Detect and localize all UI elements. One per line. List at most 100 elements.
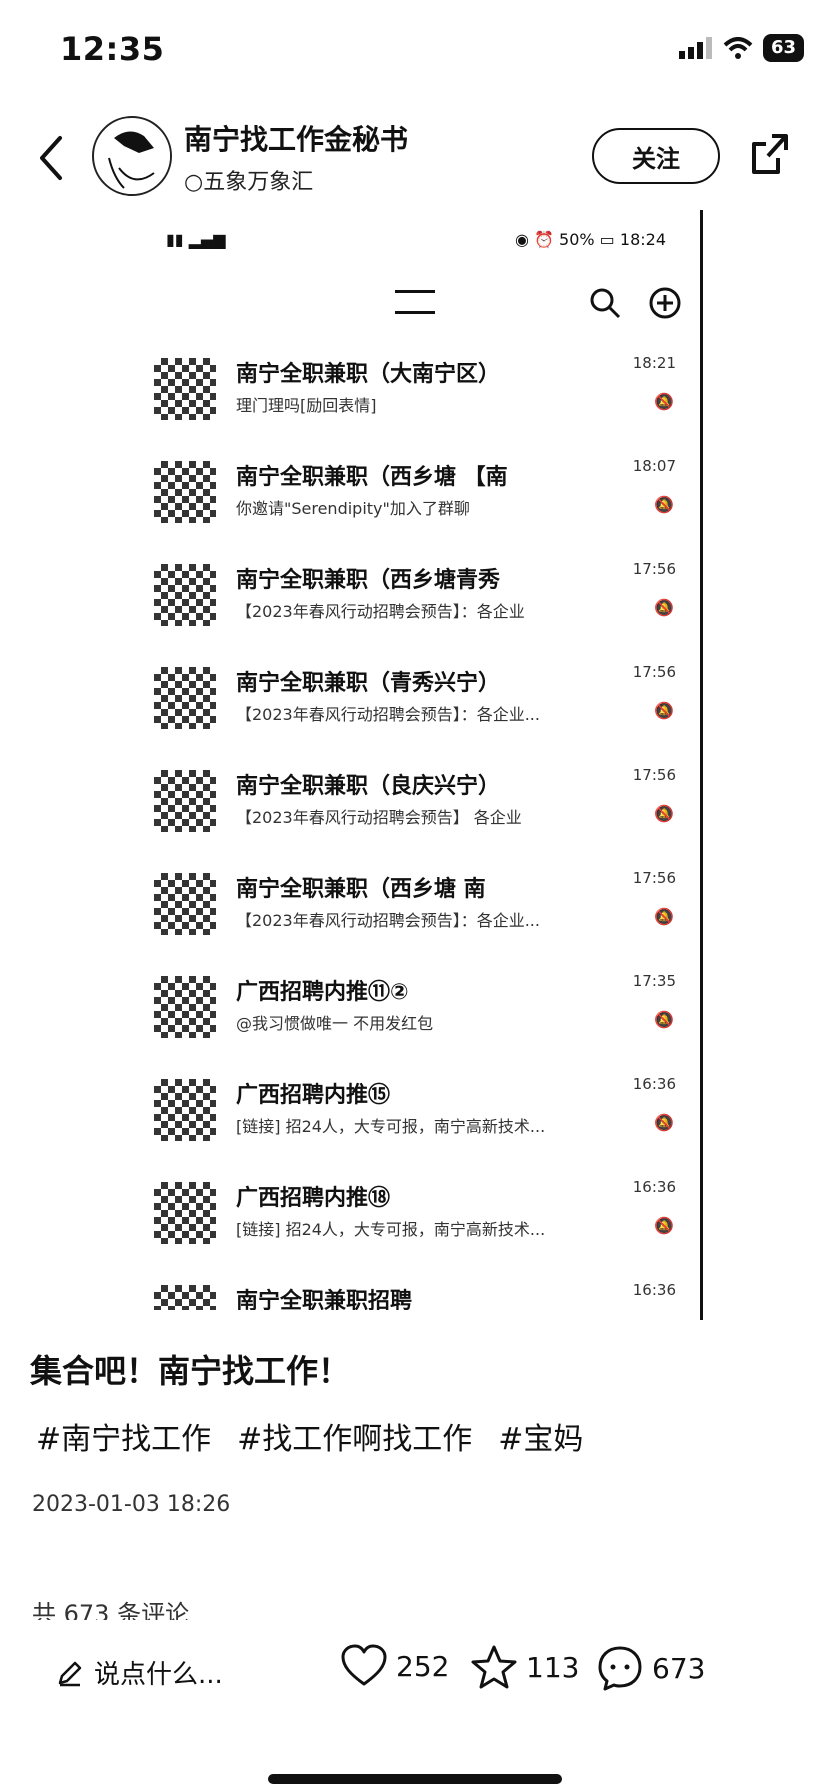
mute-bell-icon: 🔕	[654, 701, 674, 720]
comments-count: 673	[652, 1651, 706, 1685]
author-name[interactable]: 南宁找工作金秘书	[184, 118, 408, 158]
mute-bell-icon: 🔕	[654, 1113, 674, 1132]
mute-bell-icon: 🔕	[654, 1010, 674, 1029]
chat-item: 南宁全职兼职（西乡塘 南 【2023年春风行动招聘会预告】：各企业... 17:…	[130, 865, 700, 968]
chat-name: 南宁全职兼职（青秀兴宁）	[236, 671, 501, 696]
star-icon	[471, 1645, 517, 1689]
back-icon[interactable]	[30, 128, 70, 188]
group-avatar	[152, 1077, 218, 1143]
chat-item: 南宁全职兼职（良庆兴宁） 【2023年春风行动招聘会预告】 各企业 17:56 …	[130, 762, 700, 865]
author-location-text: 五象万象汇	[203, 170, 314, 195]
chat-time: 17:56	[632, 663, 676, 681]
chat-time: 17:56	[632, 560, 676, 578]
share-icon[interactable]	[748, 130, 792, 180]
post-header: 南宁找工作金秘书 ○五象万象汇 关注	[0, 110, 828, 210]
comment-input[interactable]: 说点什么...	[56, 1654, 223, 1691]
chat-time: 17:56	[632, 766, 676, 784]
chat-name: 南宁全职兼职招聘	[236, 1289, 413, 1310]
inner-battery: 50%	[559, 230, 595, 249]
chat-preview: 【2023年春风行动招聘会预告】：各企业	[236, 602, 525, 621]
chat-item: 广西招聘内推⑱ [链接] 招24人，大专可报，南宁高新技术... 16:36 🔕	[130, 1174, 700, 1277]
chat-item: 南宁全职兼职（西乡塘青秀 【2023年春风行动招聘会预告】：各企业 17:56 …	[130, 556, 700, 659]
chat-name: 南宁全职兼职（西乡塘青秀	[236, 568, 501, 593]
inner-status-time: 18:24	[619, 230, 666, 249]
chat-time: 17:35	[632, 972, 676, 990]
comment-bubble-icon	[598, 1646, 642, 1691]
group-avatar	[152, 459, 218, 525]
inner-title-mark	[395, 290, 435, 314]
author-location: ○五象万象汇	[184, 164, 313, 196]
follow-button[interactable]: 关注	[592, 128, 720, 184]
mute-bell-icon: 🔕	[654, 907, 674, 926]
author-avatar[interactable]	[92, 116, 172, 196]
inner-toolbar	[130, 280, 700, 330]
hashtag-link[interactable]: #南宁找工作	[36, 1414, 211, 1458]
chat-name: 南宁全职兼职（大南宁区）	[236, 362, 501, 387]
chat-preview: 你邀请"Serendipity"加入了群聊	[236, 499, 470, 518]
like-count: 252	[396, 1649, 450, 1683]
chat-preview: @我习惯做唯一 不用发红包	[236, 1014, 434, 1033]
chat-time: 16:36	[632, 1178, 676, 1196]
chat-time: 17:56	[632, 869, 676, 887]
add-circle-icon	[649, 287, 681, 319]
heart-icon	[341, 1644, 387, 1686]
mute-bell-icon: 🔕	[654, 1216, 674, 1235]
inner-status-bar: ▮▮ ▂▄▆ ◉ ⏰ 50% ▭ 18:24	[166, 230, 666, 260]
like-button[interactable]: 252	[340, 1644, 449, 1688]
wifi-icon	[723, 37, 753, 59]
chat-preview: 【2023年春风行动招聘会预告】：各企业...	[236, 911, 540, 930]
chat-name: 南宁全职兼职（西乡塘 【南	[236, 465, 508, 490]
chat-name: 南宁全职兼职（西乡塘 南	[236, 877, 486, 902]
group-avatar	[152, 768, 218, 834]
bottom-action-bar: 说点什么... 252 113 673	[0, 1620, 828, 1720]
chat-item: 南宁全职兼职（西乡塘 【南 你邀请"Serendipity"加入了群聊 18:0…	[130, 453, 700, 556]
chat-name: 广西招聘内推⑪②	[236, 980, 409, 1005]
comments-button[interactable]: 673	[596, 1644, 705, 1692]
hashtag-link[interactable]: #找工作啊找工作	[237, 1414, 472, 1458]
chat-preview: [链接] 招24人，大专可报，南宁高新技术...	[236, 1117, 546, 1136]
chat-time: 16:36	[632, 1075, 676, 1093]
chat-name: 广西招聘内推⑮	[236, 1083, 391, 1108]
status-time: 12:35	[60, 30, 165, 68]
image-divider	[700, 210, 703, 1320]
post-tags: #南宁找工作 #找工作啊找工作 #宝妈	[36, 1414, 583, 1458]
post-image[interactable]: ▮▮ ▂▄▆ ◉ ⏰ 50% ▭ 18:24 南宁全职兼职（大南宁区） 理门理吗…	[130, 220, 700, 1310]
chat-item: 广西招聘内推⑮ [链接] 招24人，大专可报，南宁高新技术... 16:36 🔕	[130, 1071, 700, 1174]
mute-bell-icon: 🔕	[654, 804, 674, 823]
chat-preview: 【2023年春风行动招聘会预告】：各企业...	[236, 705, 540, 724]
home-indicator[interactable]	[268, 1774, 562, 1784]
post-title: 集合吧！南宁找工作！	[30, 1352, 351, 1390]
search-icon	[590, 288, 621, 319]
battery-indicator: 63	[762, 34, 804, 62]
comment-placeholder: 说点什么...	[94, 1660, 223, 1690]
mute-bell-icon: 🔕	[654, 598, 674, 617]
chat-item: 南宁全职兼职招聘 16:36	[130, 1277, 700, 1310]
status-bar: 12:35 63	[0, 0, 828, 100]
chat-item: 南宁全职兼职（青秀兴宁） 【2023年春风行动招聘会预告】：各企业... 17:…	[130, 659, 700, 762]
chat-preview: [链接] 招24人，大专可报，南宁高新技术...	[236, 1220, 546, 1239]
chat-preview: 【2023年春风行动招聘会预告】 各企业	[236, 808, 522, 827]
pencil-icon	[58, 1661, 82, 1686]
group-avatar	[152, 1180, 218, 1246]
chat-time: 18:21	[632, 354, 676, 372]
favorite-button[interactable]: 113	[470, 1644, 579, 1690]
inner-signal-icon: ▮▮ ▂▄▆	[166, 230, 226, 249]
group-avatar	[152, 1283, 218, 1310]
signal-icon	[678, 37, 712, 59]
chat-name: 广西招聘内推⑱	[236, 1186, 391, 1211]
chat-time: 16:36	[632, 1281, 676, 1299]
chat-preview: 理门理吗[励回表情]	[236, 396, 377, 415]
mute-bell-icon: 🔕	[654, 392, 674, 411]
group-avatar	[152, 356, 218, 422]
post-date: 2023-01-03 18:26	[32, 1492, 231, 1517]
group-avatar	[152, 562, 218, 628]
chat-list: 南宁全职兼职（大南宁区） 理门理吗[励回表情] 18:21 🔕 南宁全职兼职（西…	[130, 350, 700, 1310]
location-icon: ○	[184, 170, 204, 195]
group-avatar	[152, 974, 218, 1040]
group-avatar	[152, 665, 218, 731]
chat-item: 南宁全职兼职（大南宁区） 理门理吗[励回表情] 18:21 🔕	[130, 350, 700, 453]
avatar-image	[96, 120, 170, 194]
chat-time: 18:07	[632, 457, 676, 475]
favorite-count: 113	[526, 1650, 580, 1684]
hashtag-link[interactable]: #宝妈	[498, 1414, 583, 1458]
